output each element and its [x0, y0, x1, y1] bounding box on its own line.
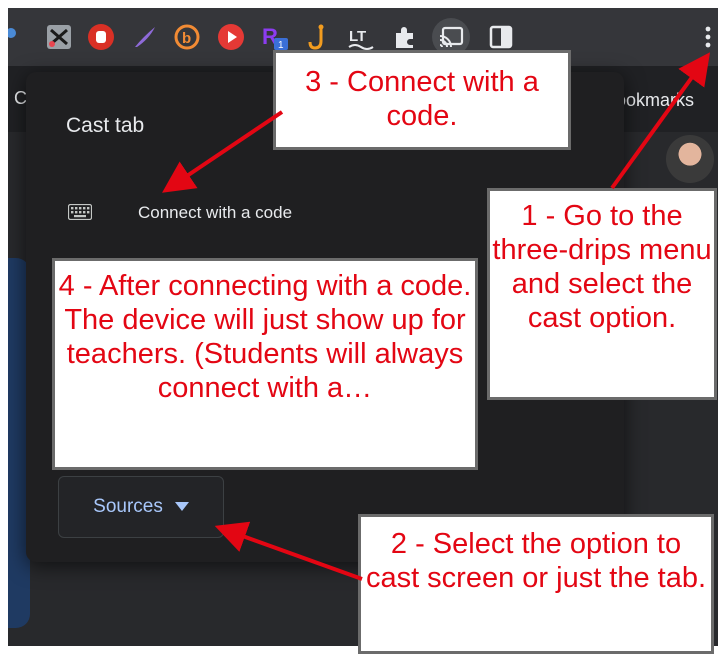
connect-with-code-option[interactable]: Connect with a code [138, 203, 292, 223]
b-ext-icon[interactable]: b [172, 22, 202, 52]
triangle-down-icon [174, 502, 189, 511]
play-ext-icon[interactable] [216, 22, 246, 52]
avatar[interactable] [666, 135, 714, 183]
dialog-title: Cast tab [66, 114, 145, 137]
partial-extension-icon[interactable] [8, 22, 28, 52]
callout-step-2: 2 - Select the option to cast screen or … [358, 514, 714, 654]
sources-button[interactable]: Sources [58, 476, 224, 538]
callout-step-4: 4 - After connecting with a code. The de… [52, 258, 478, 470]
stop-hand-ext-icon[interactable] [86, 22, 116, 52]
svg-text:b: b [182, 30, 191, 47]
bookmarks-link[interactable]: ookmarks [616, 90, 694, 111]
kebab-menu-icon[interactable] [698, 22, 718, 52]
callout-step-1: 1 - Go to the three-drips menu and selec… [487, 188, 717, 400]
scissors-ext-icon[interactable] [44, 22, 74, 52]
hook-ext-icon[interactable] [304, 22, 334, 52]
lt-ext-icon[interactable]: LT [346, 22, 376, 52]
sources-label: Sources [93, 496, 163, 517]
puzzle-icon[interactable] [390, 22, 420, 52]
side-panel-icon[interactable] [486, 22, 516, 52]
p-ext-icon[interactable]: R1 [260, 22, 290, 52]
svg-text:LT: LT [349, 28, 366, 45]
callout-step-3: 3 - Connect with a code. [273, 50, 571, 150]
feather-ext-icon[interactable] [130, 22, 160, 52]
keyboard-icon [68, 204, 92, 220]
